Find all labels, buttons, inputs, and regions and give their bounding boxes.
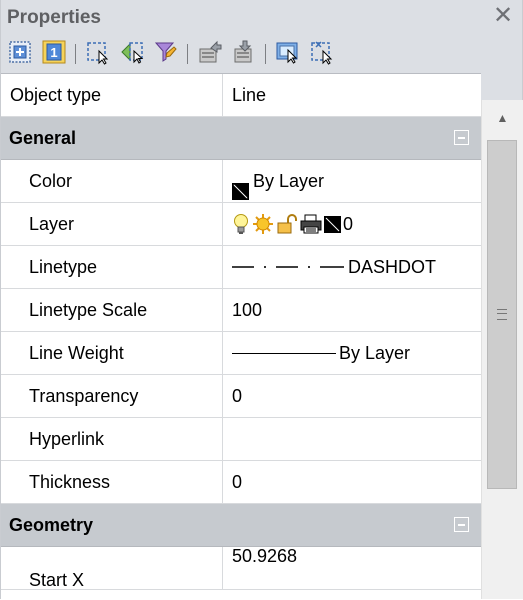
property-row-hyperlink[interactable]: Hyperlink [1,418,481,461]
scroll-up-icon[interactable]: ▲ [482,100,523,135]
color-swatch-icon [232,173,249,200]
sun-icon [252,213,274,235]
toolbar-separator [187,44,188,64]
select-one-button[interactable]: 1 [39,39,69,69]
collapse-icon[interactable] [454,517,469,532]
category-general[interactable]: General [1,117,481,160]
lightbulb-icon [232,213,250,235]
toggle-pickadd-button[interactable] [273,39,303,69]
scrollbar-thumb[interactable] [487,140,517,489]
linetype-scale-value[interactable]: 100 [223,289,481,331]
add-to-selection-icon [7,39,33,70]
svg-text:1: 1 [50,45,57,60]
select-one-icon: 1 [41,39,67,70]
line-weight-value[interactable]: By Layer [223,332,481,374]
transparency-value[interactable]: 0 [223,375,481,417]
toggle-pickadd-icon [275,39,301,70]
import-properties-icon [231,39,257,70]
thickness-value[interactable]: 0 [223,461,481,503]
export-properties-icon [197,39,223,70]
property-row-start-x[interactable]: Start X 50.9268 [1,546,481,590]
hyperlink-value[interactable] [223,418,481,460]
select-similar-button[interactable] [151,39,181,69]
vertical-scrollbar[interactable]: ▲ [481,100,523,599]
select-objects-button[interactable] [83,39,113,69]
property-name: Start X [1,547,223,590]
property-row-linetype-scale[interactable]: Linetype Scale 100 [1,289,481,332]
grip-icon [497,309,507,320]
color-value[interactable]: By Layer [223,160,481,202]
line-weight-preview-icon [232,352,336,354]
property-name: Linetype [1,246,223,288]
deselect-button[interactable] [307,39,337,69]
properties-grid: Object type Line General Color By Layer … [1,73,481,600]
property-name: Thickness [1,461,223,503]
category-label: Geometry [9,515,94,535]
lock-open-icon [276,213,298,235]
layer-value[interactable]: 0 [223,203,481,245]
object-type-value[interactable]: Line [223,74,481,116]
select-similar-icon [153,39,179,70]
property-name: Line Weight [1,332,223,374]
property-row-line-weight[interactable]: Line Weight By Layer [1,332,481,375]
property-row-color[interactable]: Color By Layer [1,160,481,203]
add-to-selection-button[interactable] [5,39,35,69]
property-row-layer[interactable]: Layer 0 [1,203,481,246]
export-properties-button[interactable] [195,39,225,69]
property-row-thickness[interactable]: Thickness 0 [1,461,481,504]
category-label: General [9,128,77,148]
linetype-preview-icon [232,264,344,270]
object-type-row[interactable]: Object type Line [1,74,481,117]
property-name: Linetype Scale [1,289,223,331]
palette-titlebar[interactable]: Properties ✕ [1,0,522,35]
import-properties-button[interactable] [229,39,259,69]
printer-icon [300,213,322,235]
property-row-linetype[interactable]: Linetype DASHDOT [1,246,481,289]
toolbar-separator [265,44,266,64]
quick-select-icon [119,39,145,70]
property-name: Object type [1,74,223,116]
linetype-value[interactable]: DASHDOT [223,246,481,288]
quick-select-button[interactable] [117,39,147,69]
property-name: Hyperlink [1,418,223,460]
color-swatch-icon [324,215,341,233]
property-name: Layer [1,203,223,245]
properties-palette: Properties ✕ 1 Object type Line General … [0,0,523,600]
property-name: Transparency [1,375,223,417]
start-x-value[interactable]: 50.9268 [223,546,481,589]
property-name: Color [1,160,223,202]
collapse-icon[interactable] [454,130,469,145]
deselect-icon [309,39,335,70]
properties-toolbar: 1 [1,35,522,73]
select-objects-icon [85,39,111,70]
toolbar-separator [75,44,76,64]
palette-title: Properties [7,7,101,28]
close-icon[interactable]: ✕ [490,3,516,29]
property-row-transparency[interactable]: Transparency 0 [1,375,481,418]
